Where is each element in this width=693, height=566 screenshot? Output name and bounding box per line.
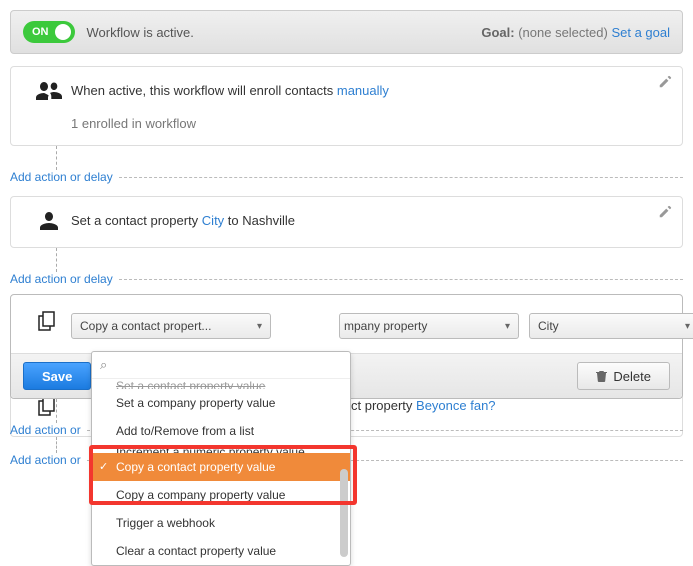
pencil-icon[interactable]	[658, 205, 672, 219]
copy-icon	[27, 311, 71, 331]
enroll-mode-link[interactable]: manually	[337, 83, 389, 98]
property-city-link[interactable]: City	[202, 213, 224, 228]
dropdown-item-copy-contact[interactable]: Copy a contact property value	[92, 453, 350, 481]
action-type-dropdown: ⌕ Set a contact property value Set a com…	[91, 351, 351, 566]
dropdown-list[interactable]: Set a contact property value Set a compa…	[92, 379, 350, 565]
target-property-select[interactable]: mpany property ▾	[339, 313, 519, 339]
set-property-step-card: Set a contact property City to Nashville	[10, 196, 683, 248]
action-editor-card: Copy a contact propert... ▾ mpany proper…	[10, 294, 683, 399]
add-action-row-2: Add action or delay	[10, 272, 683, 286]
search-icon: ⌕	[100, 357, 107, 373]
goal-label: Goal:	[481, 25, 514, 40]
value-select[interactable]: City ▾	[529, 313, 693, 339]
save-button[interactable]: Save	[23, 362, 91, 390]
add-action-link[interactable]: Add action or delay	[10, 170, 113, 184]
action-type-select[interactable]: Copy a contact propert... ▾	[71, 313, 271, 339]
workflow-active-toggle[interactable]: ON	[23, 21, 75, 43]
dropdown-search-input[interactable]	[111, 358, 342, 372]
dropdown-scrollbar[interactable]	[340, 469, 348, 557]
add-action-link[interactable]: Add action or delay	[10, 272, 113, 286]
goal-value: (none selected)	[518, 25, 608, 40]
add-action-link[interactable]: Add action or	[10, 453, 81, 467]
connector-line	[56, 248, 683, 272]
workflow-active-text: Workflow is active.	[87, 25, 194, 40]
goal-section: Goal: (none selected) Set a goal	[481, 25, 670, 40]
pencil-icon[interactable]	[658, 75, 672, 89]
dropdown-item-clear-contact[interactable]: Clear a contact property value	[92, 537, 350, 565]
connector-line	[56, 146, 683, 170]
toggle-label: ON	[32, 26, 49, 38]
caret-down-icon: ▾	[257, 321, 262, 332]
caret-down-icon: ▾	[505, 321, 510, 332]
dropdown-item-increment[interactable]: Increment a numeric property value	[92, 445, 350, 453]
add-action-link[interactable]: Add action or	[10, 423, 81, 437]
dropdown-item-copy-company[interactable]: Copy a company property value	[92, 481, 350, 509]
person-icon	[27, 211, 71, 231]
toggle-knob	[55, 24, 71, 40]
enrollment-text: When active, this workflow will enroll c…	[71, 83, 666, 98]
set-goal-link[interactable]: Set a goal	[611, 25, 670, 40]
trash-icon	[596, 370, 607, 382]
dropdown-item-set-company[interactable]: Set a company property value	[92, 389, 350, 417]
dropdown-item-add-remove[interactable]: Add to/Remove from a list	[92, 417, 350, 445]
dropdown-search: ⌕	[92, 352, 350, 379]
caret-down-icon: ▾	[685, 321, 690, 332]
set-property-text: Set a contact property City to Nashville	[71, 213, 666, 228]
people-icon	[27, 81, 71, 101]
enrolled-count: 1 enrolled in workflow	[71, 116, 666, 131]
dropdown-item[interactable]: Set a contact property value	[92, 379, 350, 389]
enrollment-step-card: When active, this workflow will enroll c…	[10, 66, 683, 146]
status-bar: ON Workflow is active. Goal: (none selec…	[10, 10, 683, 54]
dropdown-item-trigger-webhook[interactable]: Trigger a webhook	[92, 509, 350, 537]
delete-button[interactable]: Delete	[577, 362, 670, 390]
add-action-row-1: Add action or delay	[10, 170, 683, 184]
